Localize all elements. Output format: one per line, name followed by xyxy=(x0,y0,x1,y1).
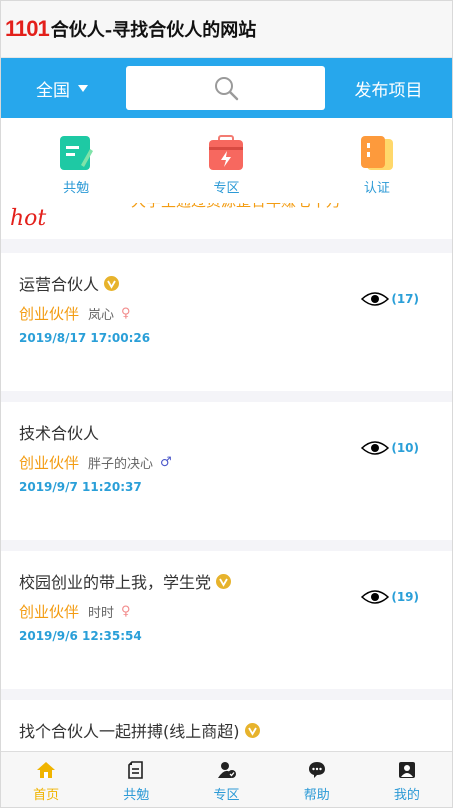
post-title-text: 技术合伙人 xyxy=(19,424,100,443)
chat-icon xyxy=(308,762,325,778)
quick-links: 共勉 专区 认证 xyxy=(1,118,452,203)
logo-number[interactable]: 1101 xyxy=(5,16,50,42)
quick-link-label: 专区 xyxy=(213,181,240,196)
post-views: (19) xyxy=(361,589,419,605)
city-selector[interactable]: 全国 xyxy=(1,76,123,101)
post-meta: 创业伙伴 岚心 ♀ xyxy=(19,303,131,324)
note-icon xyxy=(60,136,94,170)
search-input[interactable] xyxy=(126,66,325,110)
post-title-text: 运营合伙人 xyxy=(19,275,100,294)
post-title-text: 校园创业的带上我，学生党 xyxy=(19,573,212,592)
person-icon xyxy=(398,762,415,778)
female-icon: ♀ xyxy=(121,306,131,321)
section-divider xyxy=(1,239,452,253)
site-header: 1101 合伙人-寻找合伙人的网站 xyxy=(1,1,452,58)
certificate-icon xyxy=(360,136,393,170)
search-bar: 全国 发布项目 xyxy=(1,58,452,118)
card-separator xyxy=(1,689,452,700)
nav-gongmian[interactable]: 共勉 xyxy=(91,752,181,807)
document-icon xyxy=(128,761,144,779)
post-meta: 创业伙伴 时时 ♀ xyxy=(19,601,131,622)
post-views: (17) xyxy=(361,291,419,307)
post-views: (10) xyxy=(361,440,419,456)
ticker-text[interactable]: 大学生通过资源整合年赚七十万 xyxy=(131,203,341,211)
post-type: 创业伙伴 xyxy=(19,603,80,621)
nav-label: 我的 xyxy=(393,788,420,803)
view-count: (19) xyxy=(391,590,419,604)
post-meta: 创业伙伴 胖子的决心 ♂ xyxy=(19,452,172,473)
post-title[interactable]: 技术合伙人 xyxy=(19,420,99,444)
post-card[interactable]: 校园创业的带上我，学生党 创业伙伴 时时 ♀ 2019/9/6 12:35:54… xyxy=(1,551,452,689)
logo-text[interactable]: 合伙人-寻找合伙人的网站 xyxy=(51,16,256,42)
post-author[interactable]: 胖子的决心 xyxy=(88,453,153,472)
verified-user-icon xyxy=(217,762,236,778)
card-separator xyxy=(1,540,452,551)
female-icon: ♀ xyxy=(121,604,131,619)
publish-project-button[interactable]: 发布项目 xyxy=(325,76,452,101)
post-author[interactable]: 时时 xyxy=(88,602,114,621)
verified-badge-icon xyxy=(244,722,260,738)
post-date: 2019/9/6 12:35:54 xyxy=(19,629,142,643)
nav-zhuanqu[interactable]: 专区 xyxy=(181,752,271,807)
post-title[interactable]: 找个合伙人一起拼搏(线上商超) xyxy=(19,718,260,742)
post-date: 2019/9/7 11:20:37 xyxy=(19,480,142,494)
view-count: (17) xyxy=(391,292,419,306)
eye-icon xyxy=(361,292,390,306)
quick-link-label: 认证 xyxy=(363,181,390,196)
view-count: (10) xyxy=(391,441,419,455)
nav-mine[interactable]: 我的 xyxy=(362,752,452,807)
nav-label: 共勉 xyxy=(123,788,150,803)
verified-badge-icon xyxy=(216,573,232,589)
post-title[interactable]: 校园创业的带上我，学生党 xyxy=(19,569,232,593)
post-card[interactable]: 技术合伙人 创业伙伴 胖子的决心 ♂ 2019/9/7 11:20:37 (10… xyxy=(1,402,452,540)
post-card[interactable]: 运营合伙人 创业伙伴 岚心 ♀ 2019/8/17 17:00:26 (17) xyxy=(1,253,452,391)
card-separator xyxy=(1,391,452,402)
post-title-text: 找个合伙人一起拼搏(线上商超) xyxy=(19,722,240,741)
eye-icon xyxy=(361,441,390,455)
quick-link-label: 共勉 xyxy=(63,181,90,196)
quick-link-renzheng[interactable]: 认证 xyxy=(302,118,452,203)
search-icon xyxy=(214,77,238,101)
post-type: 创业伙伴 xyxy=(19,305,80,323)
post-type: 创业伙伴 xyxy=(19,454,80,472)
nav-label: 专区 xyxy=(213,788,240,803)
city-label: 全国 xyxy=(36,80,70,101)
quick-link-zhuanqu[interactable]: 专区 xyxy=(151,118,301,203)
nav-help[interactable]: 帮助 xyxy=(272,752,362,807)
post-date: 2019/8/17 17:00:26 xyxy=(19,331,151,345)
nav-label: 帮助 xyxy=(303,788,330,803)
post-author[interactable]: 岚心 xyxy=(88,304,114,323)
dropdown-arrow-icon xyxy=(78,84,88,92)
quick-link-gongmian[interactable]: 共勉 xyxy=(1,118,151,203)
nav-label: 首页 xyxy=(33,788,60,803)
bottom-nav: 首页 共勉 专区 帮助 我的 xyxy=(1,751,452,807)
post-title[interactable]: 运营合伙人 xyxy=(19,271,120,295)
app-frame: 1101 合伙人-寻找合伙人的网站 全国 发布项目 共勉 专区 认证 hot 运… xyxy=(0,0,453,808)
hot-label: hot xyxy=(10,206,47,231)
home-icon xyxy=(37,762,56,778)
hot-news-ticker[interactable]: 大学生通过资源整合年赚七十万 hot xyxy=(1,203,452,239)
eye-icon xyxy=(361,590,390,604)
nav-home[interactable]: 首页 xyxy=(1,752,91,807)
verified-badge-icon xyxy=(104,275,120,291)
toolbox-icon xyxy=(209,135,244,170)
male-icon: ♂ xyxy=(160,455,172,470)
